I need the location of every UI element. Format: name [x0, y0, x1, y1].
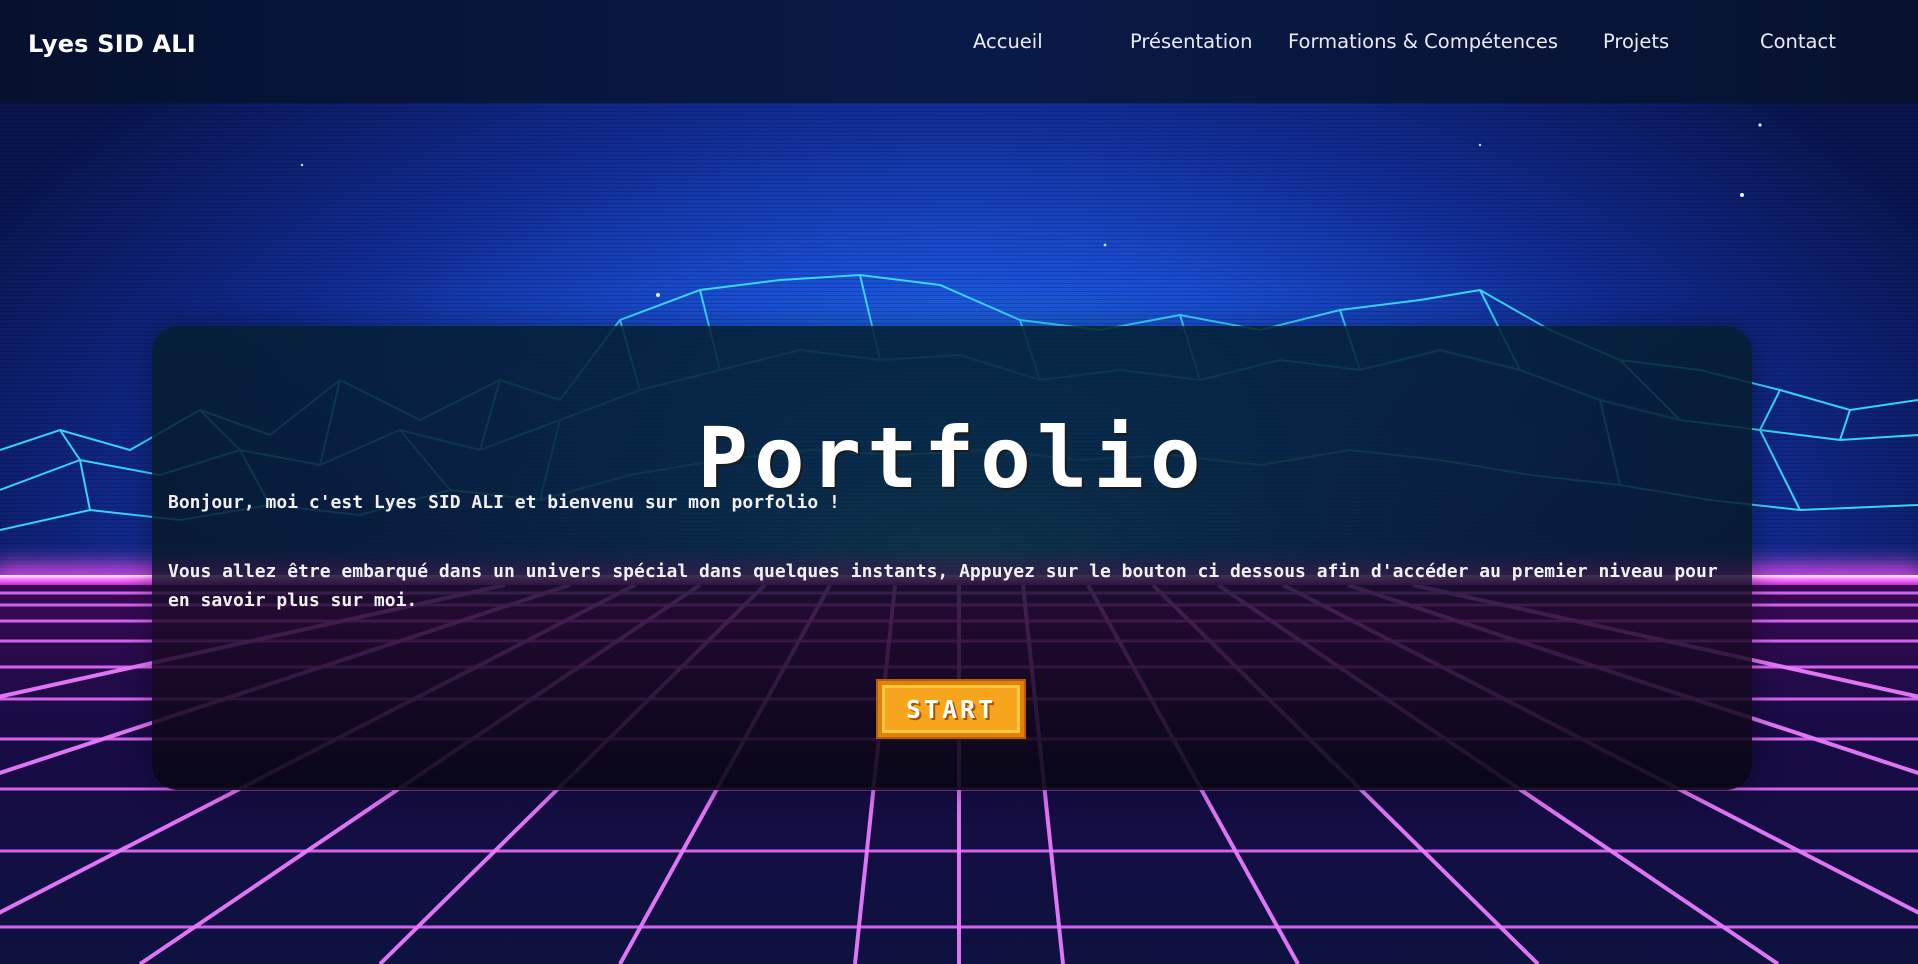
description-text: Vous allez être embarqué dans un univers…	[168, 561, 1718, 611]
page: Lyes SID ALI Accueil Présentation Format…	[0, 0, 1918, 964]
nav-link-presentation[interactable]: Présentation	[1130, 30, 1252, 53]
intro-text: Bonjour, moi c'est Lyes SID ALI et bienv…	[168, 492, 840, 513]
brand-logo[interactable]: Lyes SID ALI	[28, 30, 196, 58]
nav-link-contact[interactable]: Contact	[1760, 30, 1836, 53]
hero-card: Portfolio Bonjour, moi c'est Lyes SID AL…	[152, 326, 1752, 790]
nav-link-formations[interactable]: Formations & Compétences	[1288, 30, 1558, 53]
start-button[interactable]: START	[878, 681, 1024, 737]
nav-link-projets[interactable]: Projets	[1603, 30, 1669, 53]
top-navbar: Lyes SID ALI Accueil Présentation Format…	[0, 0, 1918, 103]
nav-link-accueil[interactable]: Accueil	[973, 30, 1043, 53]
